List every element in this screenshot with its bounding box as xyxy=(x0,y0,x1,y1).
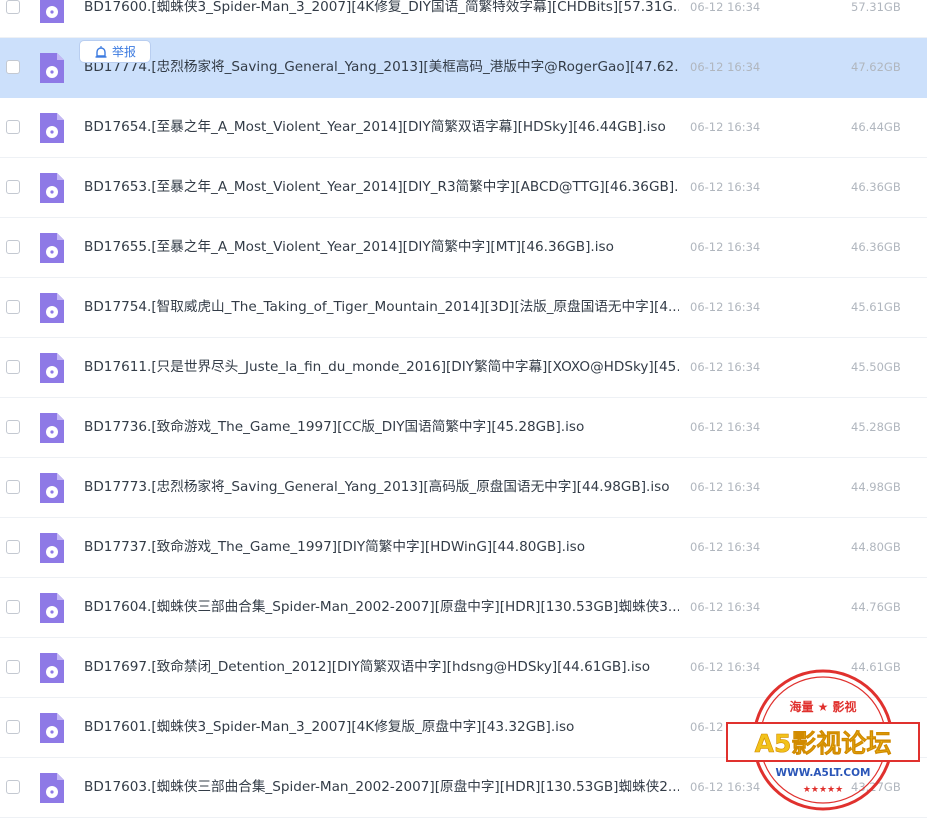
row-checkbox[interactable] xyxy=(6,180,20,194)
file-size: 44.76GB xyxy=(851,600,901,614)
row-checkbox[interactable] xyxy=(6,60,20,74)
video-file-icon xyxy=(40,353,64,383)
video-file-icon xyxy=(40,713,64,743)
video-file-icon xyxy=(40,113,64,143)
modified-time: 06-12 16:34 xyxy=(690,60,761,74)
file-name[interactable]: BD17600.[蜘蛛侠3_Spider-Man_3_2007][4K修复_DI… xyxy=(84,0,679,16)
file-name[interactable]: BD17773.[忠烈杨家将_Saving_General_Yang_2013]… xyxy=(84,478,679,496)
file-size: 47.62GB xyxy=(851,60,901,74)
row-checkbox[interactable] xyxy=(6,780,20,794)
file-name[interactable]: BD17654.[至暴之年_A_Most_Violent_Year_2014][… xyxy=(84,118,679,136)
row-checkbox[interactable] xyxy=(6,720,20,734)
file-name[interactable]: BD17754.[智取威虎山_The_Taking_of_Tiger_Mount… xyxy=(84,298,679,316)
modified-time: 06-12 16:34 xyxy=(690,300,761,314)
row-checkbox[interactable] xyxy=(6,0,20,14)
file-name[interactable]: BD17601.[蜘蛛侠3_Spider-Man_3_2007][4K修复版_原… xyxy=(84,718,679,736)
row-checkbox[interactable] xyxy=(6,660,20,674)
row-checkbox[interactable] xyxy=(6,120,20,134)
video-file-icon xyxy=(40,413,64,443)
file-size: 45.61GB xyxy=(851,300,901,314)
modified-time: 06-12 16:34 xyxy=(690,540,761,554)
video-file-icon xyxy=(40,233,64,263)
file-size: 44.80GB xyxy=(851,540,901,554)
file-size: 45.50GB xyxy=(851,360,901,374)
row-checkbox[interactable] xyxy=(6,600,20,614)
file-size: 44.98GB xyxy=(851,480,901,494)
file-name[interactable]: BD17736.[致命游戏_The_Game_1997][CC版_DIY国语简繁… xyxy=(84,418,679,436)
file-name[interactable]: BD17604.[蜘蛛侠三部曲合集_Spider-Man_2002-2007][… xyxy=(84,598,679,616)
modified-time: 06-12 16:34 xyxy=(690,0,761,14)
file-row[interactable]: BD17754.[智取威虎山_The_Taking_of_Tiger_Mount… xyxy=(0,278,927,338)
row-checkbox[interactable] xyxy=(6,240,20,254)
video-file-icon xyxy=(40,53,64,83)
video-file-icon xyxy=(40,0,64,23)
file-size: 46.36GB xyxy=(851,180,901,194)
file-row[interactable]: BD17655.[至暴之年_A_Most_Violent_Year_2014][… xyxy=(0,218,927,278)
row-checkbox[interactable] xyxy=(6,420,20,434)
forum-watermark-stamp: 海量 ★ 影视 A5影视论坛 WWW.A5LT.COM ★★★★★ xyxy=(726,669,920,811)
modified-time: 06-12 16:34 xyxy=(690,240,761,254)
report-label: 举报 xyxy=(111,45,136,59)
modified-time: 06-12 16:34 xyxy=(690,420,761,434)
file-name[interactable]: BD17774.[忠烈杨家将_Saving_General_Yang_2013]… xyxy=(84,58,679,76)
row-checkbox[interactable] xyxy=(6,300,20,314)
video-file-icon xyxy=(40,293,64,323)
stamp-url-text: WWW.A5LT.COM xyxy=(776,767,871,779)
row-checkbox[interactable] xyxy=(6,480,20,494)
video-file-icon xyxy=(40,533,64,563)
alarm-bell-icon xyxy=(95,45,107,58)
file-size: 45.28GB xyxy=(851,420,901,434)
file-size: 46.44GB xyxy=(851,120,901,134)
file-name[interactable]: BD17655.[至暴之年_A_Most_Violent_Year_2014][… xyxy=(84,238,679,256)
file-row[interactable]: BD17600.[蜘蛛侠3_Spider-Man_3_2007][4K修复_DI… xyxy=(0,0,927,38)
stamp-stars: ★★★★★ xyxy=(803,785,843,795)
video-file-icon xyxy=(40,773,64,803)
file-row[interactable]: BD17604.[蜘蛛侠三部曲合集_Spider-Man_2002-2007][… xyxy=(0,578,927,638)
file-size: 46.36GB xyxy=(851,240,901,254)
file-row[interactable]: BD17773.[忠烈杨家将_Saving_General_Yang_2013]… xyxy=(0,458,927,518)
report-button[interactable]: 举报 xyxy=(79,40,151,63)
modified-time: 06-12 16:34 xyxy=(690,120,761,134)
file-row[interactable]: BD17611.[只是世界尽头_Juste_la_fin_du_monde_20… xyxy=(0,338,927,398)
row-checkbox[interactable] xyxy=(6,540,20,554)
video-file-icon xyxy=(40,473,64,503)
file-row[interactable]: BD17737.[致命游戏_The_Game_1997][DIY简繁中字][HD… xyxy=(0,518,927,578)
modified-time: 06-12 16:34 xyxy=(690,600,761,614)
file-name[interactable]: BD17737.[致命游戏_The_Game_1997][DIY简繁中字][HD… xyxy=(84,538,679,556)
modified-time: 06-12 16:34 xyxy=(690,360,761,374)
file-name[interactable]: BD17603.[蜘蛛侠三部曲合集_Spider-Man_2002-2007][… xyxy=(84,778,679,796)
file-row[interactable]: BD17653.[至暴之年_A_Most_Violent_Year_2014][… xyxy=(0,158,927,218)
video-file-icon xyxy=(40,653,64,683)
modified-time: 06-12 16:34 xyxy=(690,480,761,494)
file-name[interactable]: BD17697.[致命禁闭_Detention_2012][DIY简繁双语中字]… xyxy=(84,658,679,676)
stamp-top-text: 海量 ★ 影视 xyxy=(789,699,856,714)
file-name[interactable]: BD17653.[至暴之年_A_Most_Violent_Year_2014][… xyxy=(84,178,679,196)
file-row[interactable]: BD17654.[至暴之年_A_Most_Violent_Year_2014][… xyxy=(0,98,927,158)
row-checkbox[interactable] xyxy=(6,360,20,374)
file-name[interactable]: BD17611.[只是世界尽头_Juste_la_fin_du_monde_20… xyxy=(84,358,679,376)
file-size: 57.31GB xyxy=(851,0,901,14)
modified-time: 06-12 16:34 xyxy=(690,180,761,194)
video-file-icon xyxy=(40,173,64,203)
file-row[interactable]: BD17736.[致命游戏_The_Game_1997][CC版_DIY国语简繁… xyxy=(0,398,927,458)
video-file-icon xyxy=(40,593,64,623)
stamp-main-text: A5影视论坛 xyxy=(755,729,892,758)
